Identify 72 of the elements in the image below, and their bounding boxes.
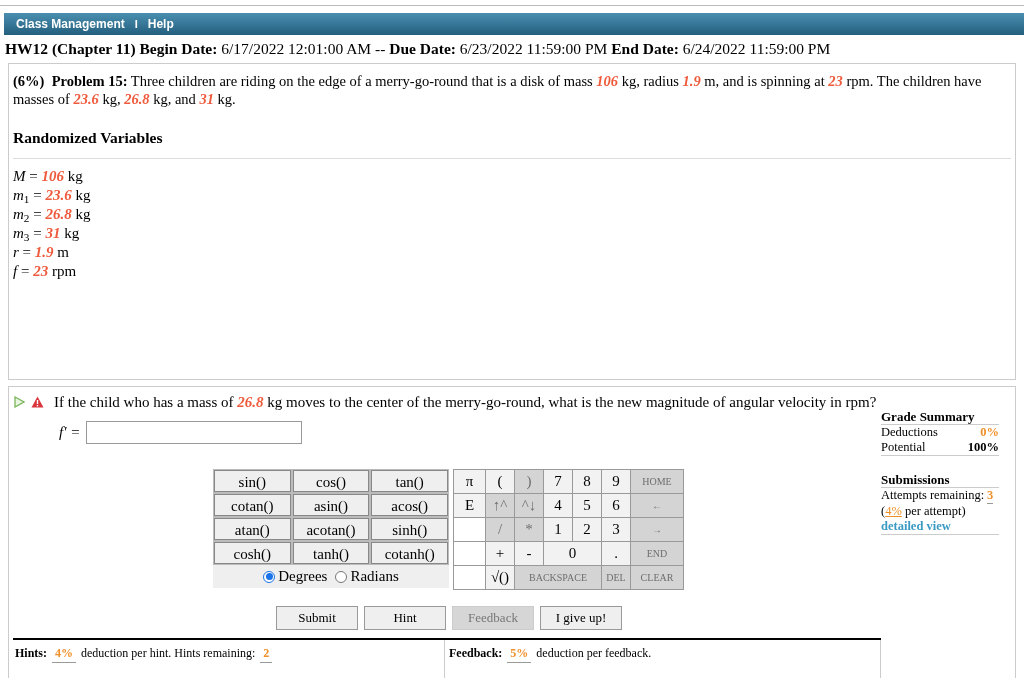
potential-value: 100% [967,439,999,455]
variable-line: m$_{3}$ = 31 kg [13,224,80,244]
feedback-label: Feedback: [449,645,503,662]
blank-key [454,566,485,589]
action-button[interactable]: Hint [364,606,446,630]
function-key[interactable]: cotan() [214,494,291,516]
radio-label: Radians [350,567,399,587]
radio-button[interactable] [263,570,276,583]
keypad-key[interactable]: 2 [573,518,601,541]
action-button[interactable]: I give up! [540,606,622,630]
keypad-key[interactable]: 0 [544,542,601,565]
function-key[interactable]: cos() [292,470,370,492]
keypad-key[interactable]: π [454,470,485,493]
grade-summary-title: Grade Summary [881,408,999,425]
menu-item[interactable]: Help [147,15,174,33]
hints-label: Hints: [15,645,47,662]
keypad-key[interactable]: 7 [544,470,572,493]
feedback-text: deduction per feedback. [536,645,652,662]
keypad-key[interactable]: ( [486,470,514,493]
keypad-key[interactable]: E [454,494,485,517]
keypad-key[interactable]: √() [486,566,514,589]
radio-button[interactable] [335,570,348,583]
variable-line: m$_{1}$ = 23.6 kg [13,186,91,206]
variable-line: f = 23 rpm [13,262,77,282]
feedback-deduction: 5% [507,644,532,663]
keypad-key[interactable]: 1 [544,518,572,541]
keypad-key[interactable]: 5 [573,494,601,517]
function-key[interactable]: cosh() [214,542,291,564]
keypad-key[interactable]: 6 [602,494,630,517]
answer-label: f' = [59,423,81,443]
section-title: Randomized Variables [13,129,163,147]
function-key[interactable]: tanh() [292,542,370,564]
answer-field[interactable] [86,421,303,444]
deductions-label: Deductions [881,424,938,440]
function-key[interactable]: cotanh() [371,542,448,564]
variable-line: r = 1.9 m [13,243,69,263]
function-key[interactable]: acos() [371,494,448,516]
menu-item[interactable]: Class Management [16,15,125,33]
action-button[interactable]: Submit [276,606,358,630]
blank-key [454,518,485,541]
keypad-key[interactable]: 4 [544,494,572,517]
menu-separator: I [134,16,138,32]
warning-icon [31,395,44,408]
function-key[interactable]: sinh() [371,518,448,540]
variable-line: m$_{2}$ = 26.8 kg [13,205,91,225]
keypad-key[interactable]: 8 [573,470,601,493]
function-key[interactable]: tan() [371,470,448,492]
hints-text: deduction per hint. Hints remaining: [81,645,256,662]
blank-key [454,542,485,565]
function-key[interactable]: atan() [214,518,291,540]
deductions-value: 0% [980,424,999,440]
assignment-header: HW12 (Chapter 11) Begin Date: 6/17/2022 12:01:00 AM -- Due Date: 6/23/2022 11:59:00 PM End Date: 6/24/2022 11:59:00 PM [5,40,831,57]
play-icon[interactable] [13,395,25,408]
hint-deduction: 4% [52,644,76,663]
keypad-key[interactable]: . [602,542,630,565]
attempts-label: Attempts remaining: [881,487,985,504]
radio-label: Degrees [278,567,328,587]
function-key[interactable]: asin() [292,494,370,516]
attempts-value: 3 [987,487,994,504]
keypad-key[interactable]: 3 [602,518,630,541]
submissions-title: Submissions [881,471,999,488]
variable-line: M = 106 kg [13,167,83,187]
function-key[interactable]: acotan() [292,518,370,540]
potential-label: Potential [881,439,926,455]
problem-text: (6%) Problem 15: Three children are riding on the edge of a merry-go-round that is a disk of mass 106 kg, radius 1.9 m, and is spinning at 23 rpm. The children have masses of 23.6 kg, 26.8 kg, and 31 kg. [13,73,982,108]
hints-remaining: 2 [260,644,273,663]
function-key[interactable]: sin() [214,470,291,492]
keypad-key[interactable]: - [515,542,543,565]
keypad-key[interactable]: 9 [602,470,630,493]
per-attempt-text: (4% per attempt) [881,503,966,518]
question-text: If the child who has a mass of 26.8 kg moves to the center of the merry-go-round, what is the new magnitude of angular velocity in rpm? [54,392,877,412]
keypad-key[interactable]: + [486,542,514,565]
